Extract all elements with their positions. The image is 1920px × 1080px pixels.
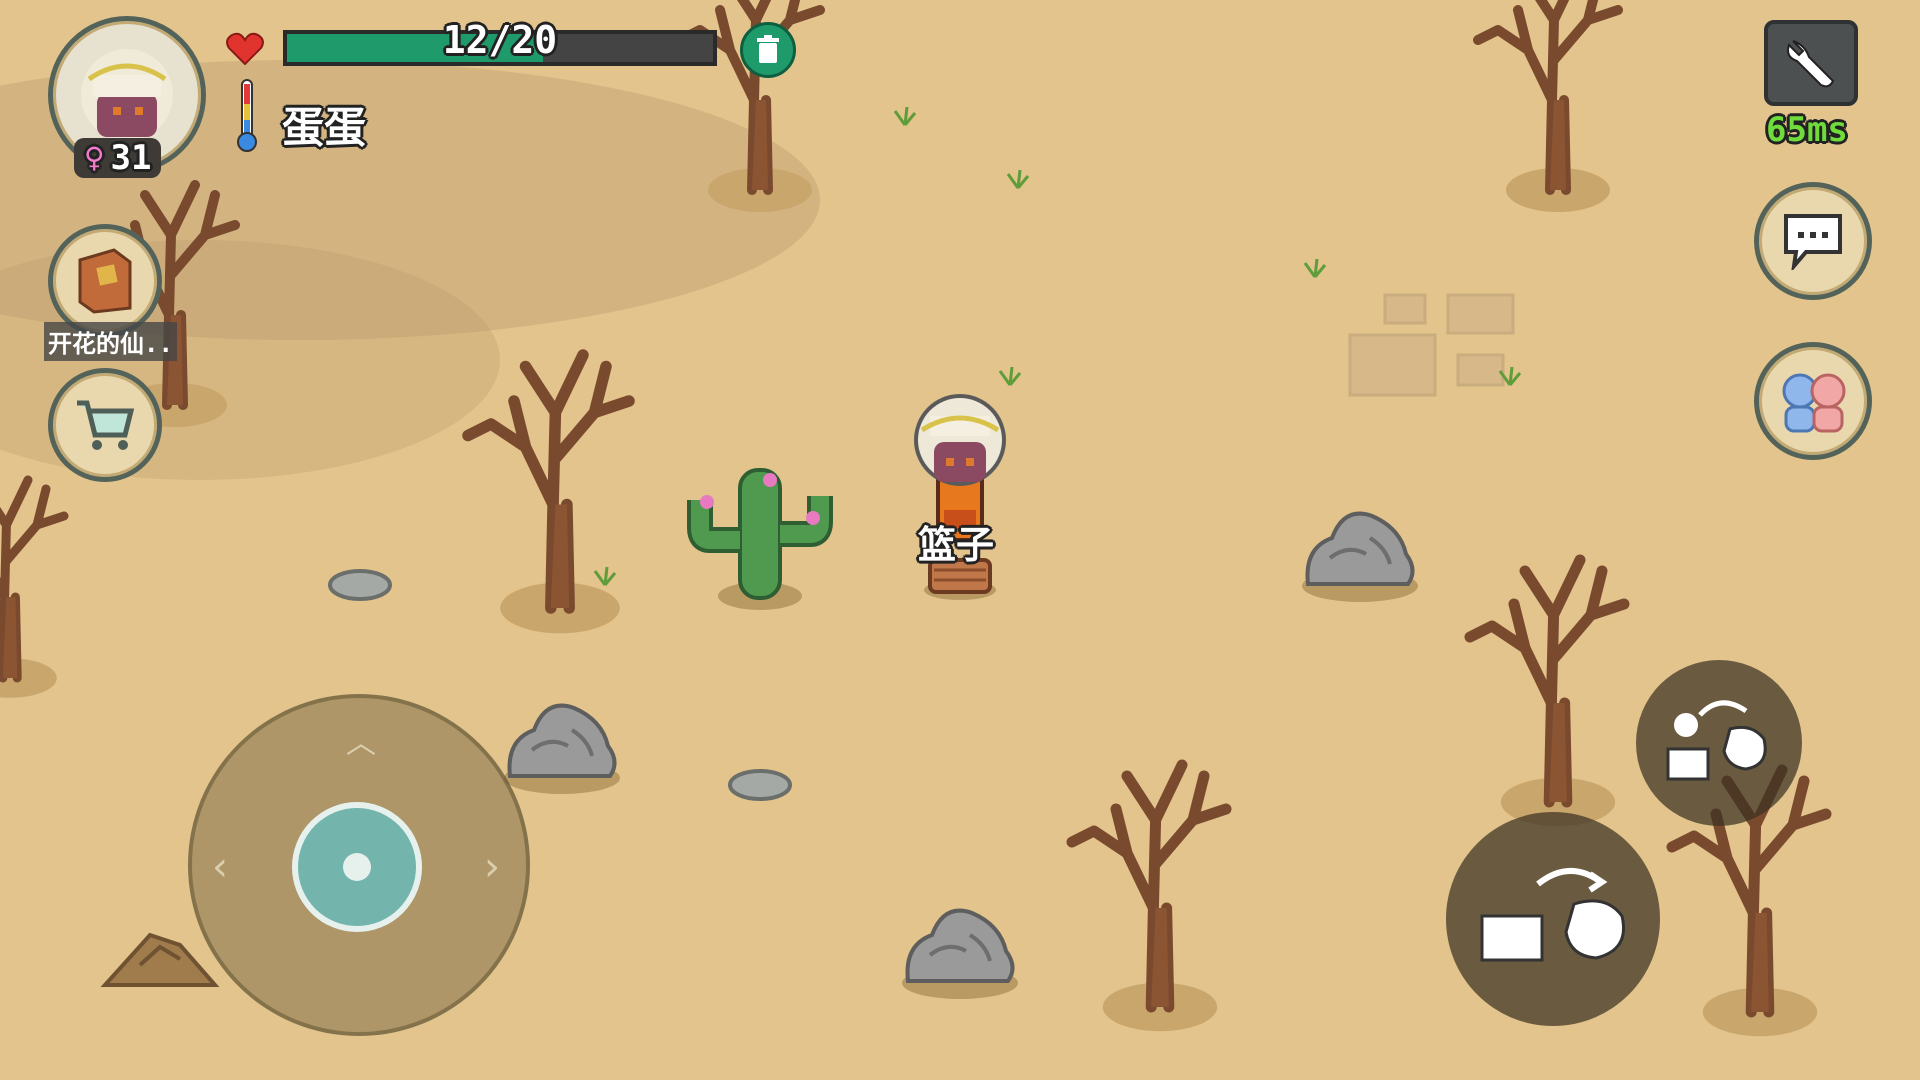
wrench-icon bbox=[1787, 40, 1835, 88]
pickup-hand-icon bbox=[1666, 700, 1767, 781]
trash-button[interactable] bbox=[740, 22, 796, 78]
gender-female-icon: ♀ bbox=[84, 138, 105, 178]
friends-icon bbox=[1782, 373, 1846, 433]
throw-hand-icon bbox=[1480, 867, 1625, 962]
speech-bubble-icon bbox=[1784, 214, 1842, 270]
thermometer-icon bbox=[236, 78, 258, 158]
health-bar: 12/20 bbox=[283, 18, 717, 66]
shopping-cart-icon bbox=[77, 400, 135, 450]
chat-button[interactable] bbox=[1754, 182, 1872, 300]
joystick-left-arrow: ‹ bbox=[212, 844, 228, 890]
heart-icon bbox=[226, 32, 264, 70]
drop-item-button[interactable] bbox=[1446, 812, 1660, 1026]
trash-icon bbox=[757, 35, 779, 63]
joystick-center-dot bbox=[343, 853, 371, 881]
joystick-knob[interactable] bbox=[292, 802, 422, 932]
swap-item-button[interactable] bbox=[1636, 660, 1802, 826]
quest-book-button[interactable] bbox=[48, 224, 162, 338]
player-age-badge: ♀ 31 bbox=[74, 138, 162, 178]
friends-button[interactable] bbox=[1754, 342, 1872, 460]
shop-button[interactable] bbox=[48, 368, 162, 482]
held-item-label: 篮子 bbox=[918, 523, 995, 567]
joystick-up-arrow: ︿ bbox=[346, 726, 376, 761]
movement-joystick[interactable]: ︿ ‹ › bbox=[188, 694, 530, 1036]
joystick-right-arrow: › bbox=[484, 844, 500, 890]
quest-label: 开花的仙.. bbox=[44, 322, 177, 361]
player-portrait-icon bbox=[81, 49, 173, 141]
book-icon bbox=[78, 248, 132, 314]
player-name: 蛋蛋 bbox=[282, 103, 367, 152]
settings-button[interactable] bbox=[1764, 20, 1858, 106]
ping-readout: 65ms bbox=[1766, 110, 1848, 150]
health-text: 12/20 bbox=[442, 18, 558, 62]
player-age: 31 bbox=[110, 138, 152, 178]
